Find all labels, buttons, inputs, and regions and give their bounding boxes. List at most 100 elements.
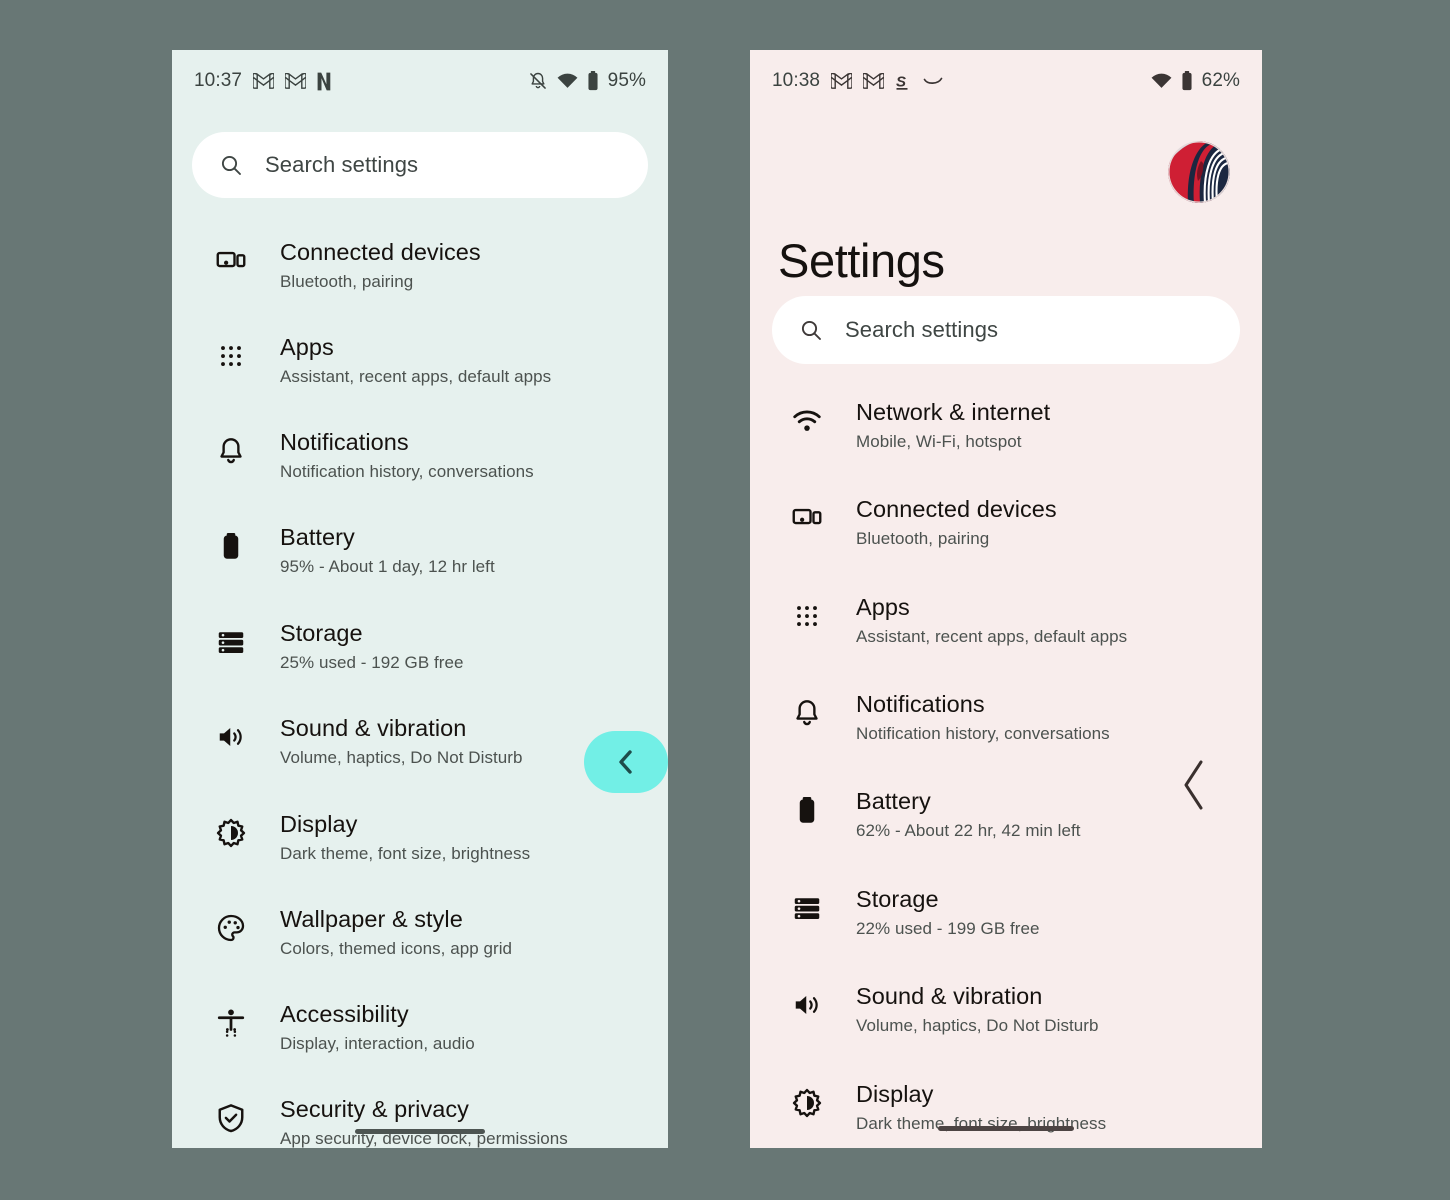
storage-icon <box>212 623 250 661</box>
settings-row-storage[interactable]: Storage 22% used - 199 GB free <box>750 885 1262 941</box>
home-indicator[interactable] <box>938 1126 1074 1131</box>
back-gesture-indicator[interactable] <box>1175 750 1215 820</box>
settings-row-notifications[interactable]: Notifications Notification history, conve… <box>172 428 668 484</box>
settings-row-subtitle: Display, interaction, audio <box>280 1034 475 1053</box>
accessibility-icon <box>212 1004 250 1042</box>
settings-row-network-internet[interactable]: Network & internet Mobile, Wi-Fi, hotspot <box>750 398 1262 454</box>
battery-percent: 62% <box>1201 70 1240 91</box>
phone-screen-right: 10:38 S 62% Settings Search settings Net… <box>750 50 1262 1148</box>
settings-row-title: Sound & vibration <box>280 715 467 741</box>
wallpaper-icon <box>212 909 250 947</box>
settings-row-subtitle: 95% - About 1 day, 12 hr left <box>280 557 495 576</box>
connected-devices-icon <box>788 499 826 537</box>
sound-icon <box>788 986 826 1024</box>
settings-row-subtitle: Assistant, recent apps, default apps <box>280 367 552 386</box>
gmail-icon <box>831 73 853 89</box>
settings-row-title: Notifications <box>280 429 409 455</box>
settings-row-text: Battery 95% - About 1 day, 12 hr left <box>280 523 495 579</box>
security-icon <box>212 1099 250 1137</box>
settings-row-subtitle: Bluetooth, pairing <box>856 529 990 548</box>
strava-icon: S <box>895 72 912 91</box>
settings-row-display[interactable]: Display Dark theme, font size, brightness <box>172 810 668 866</box>
gmail-icon <box>863 73 885 89</box>
network-icon <box>788 402 826 440</box>
settings-row-subtitle: Dark theme, font size, brightness <box>856 1114 1107 1133</box>
netflix-icon <box>317 72 331 91</box>
settings-row-title: Apps <box>856 594 910 620</box>
account-avatar[interactable] <box>1168 141 1230 203</box>
battery-icon <box>587 71 599 91</box>
status-bar-left: 10:37 95% <box>172 50 668 112</box>
notifications-off-icon <box>528 71 548 91</box>
chevron-left-icon <box>613 747 639 777</box>
settings-row-text: Accessibility Display, interaction, audio <box>280 1000 475 1056</box>
settings-row-connected-devices[interactable]: Connected devices Bluetooth, pairing <box>172 238 668 294</box>
settings-row-title: Security & privacy <box>280 1096 469 1122</box>
back-gesture-indicator[interactable] <box>584 731 668 793</box>
settings-row-storage[interactable]: Storage 25% used - 192 GB free <box>172 619 668 675</box>
settings-row-title: Connected devices <box>280 239 481 265</box>
settings-row-connected-devices[interactable]: Connected devices Bluetooth, pairing <box>750 495 1262 551</box>
settings-row-text: Notifications Notification history, conve… <box>856 690 1110 746</box>
settings-row-text: Sound & vibration Volume, haptics, Do Not… <box>856 982 1099 1038</box>
status-bar-right: 10:38 S 62% <box>750 50 1262 112</box>
settings-row-wallpaper-style[interactable]: Wallpaper & style Colors, themed icons, a… <box>172 905 668 961</box>
settings-row-text: Notifications Notification history, conve… <box>280 428 534 484</box>
settings-row-subtitle: Assistant, recent apps, default apps <box>856 627 1128 646</box>
status-bar-left-icons: 10:37 <box>194 70 331 92</box>
settings-row-title: Display <box>280 811 358 837</box>
status-bar-right-icons: 95% <box>528 70 646 92</box>
settings-row-text: Storage 25% used - 192 GB free <box>280 619 464 675</box>
status-time: 10:38 <box>772 70 821 91</box>
connected-devices-icon <box>212 242 250 280</box>
apps-icon <box>212 337 250 375</box>
battery-icon <box>212 527 250 565</box>
settings-row-subtitle: Colors, themed icons, app grid <box>280 939 513 958</box>
settings-row-subtitle: Bluetooth, pairing <box>280 272 414 291</box>
page-title: Settings <box>778 234 945 287</box>
settings-row-apps[interactable]: Apps Assistant, recent apps, default apps <box>172 333 668 389</box>
settings-row-subtitle: 22% used - 199 GB free <box>856 919 1040 938</box>
settings-row-subtitle: Notification history, conversations <box>280 462 534 481</box>
settings-row-text: Connected devices Bluetooth, pairing <box>856 495 1057 551</box>
settings-row-text: Battery 62% - About 22 hr, 42 min left <box>856 787 1081 843</box>
search-input[interactable]: Search settings <box>772 296 1240 364</box>
settings-row-text: Wallpaper & style Colors, themed icons, a… <box>280 905 512 961</box>
settings-row-text: Apps Assistant, recent apps, default apps <box>280 333 551 389</box>
wifi-icon <box>1151 73 1172 89</box>
settings-row-subtitle: 62% - About 22 hr, 42 min left <box>856 821 1081 840</box>
search-input[interactable]: Search settings <box>192 132 648 198</box>
home-indicator[interactable] <box>355 1129 485 1134</box>
settings-row-sound-vibration[interactable]: Sound & vibration Volume, haptics, Do Not… <box>750 982 1262 1038</box>
battery-percent: 95% <box>607 70 646 91</box>
settings-row-security-privacy[interactable]: Security & privacy App security, device l… <box>172 1095 668 1148</box>
battery-icon <box>788 791 826 829</box>
settings-row-title: Sound & vibration <box>856 983 1043 1009</box>
settings-row-notifications[interactable]: Notifications Notification history, conve… <box>750 690 1262 746</box>
apps-icon <box>788 597 826 635</box>
battery-icon <box>1181 71 1193 91</box>
search-placeholder: Search settings <box>265 152 419 177</box>
wifi-icon <box>557 73 578 89</box>
settings-row-title: Battery <box>280 524 355 550</box>
settings-row-text: Display Dark theme, font size, brightness <box>280 810 530 866</box>
notifications-icon <box>212 432 250 470</box>
phone-screen-left: 10:37 95% Search settings Connected devi… <box>172 50 668 1148</box>
gmail-icon <box>253 73 275 89</box>
settings-row-title: Apps <box>280 334 334 360</box>
gmail-icon <box>285 73 307 89</box>
notifications-icon <box>788 694 826 732</box>
settings-row-text: Sound & vibration Volume, haptics, Do Not… <box>280 714 523 770</box>
settings-row-title: Accessibility <box>280 1001 409 1027</box>
sound-icon <box>212 718 250 756</box>
search-icon <box>219 153 243 177</box>
status-bar-right-icons: 62% <box>1151 70 1240 92</box>
settings-row-battery[interactable]: Battery 95% - About 1 day, 12 hr left <box>172 523 668 579</box>
settings-row-subtitle: Mobile, Wi-Fi, hotspot <box>856 432 1022 451</box>
settings-row-title: Display <box>856 1081 934 1107</box>
settings-row-title: Network & internet <box>856 399 1051 425</box>
display-icon <box>212 814 250 852</box>
settings-row-apps[interactable]: Apps Assistant, recent apps, default apps <box>750 593 1262 649</box>
settings-row-text: Storage 22% used - 199 GB free <box>856 885 1040 941</box>
settings-row-accessibility[interactable]: Accessibility Display, interaction, audio <box>172 1000 668 1056</box>
